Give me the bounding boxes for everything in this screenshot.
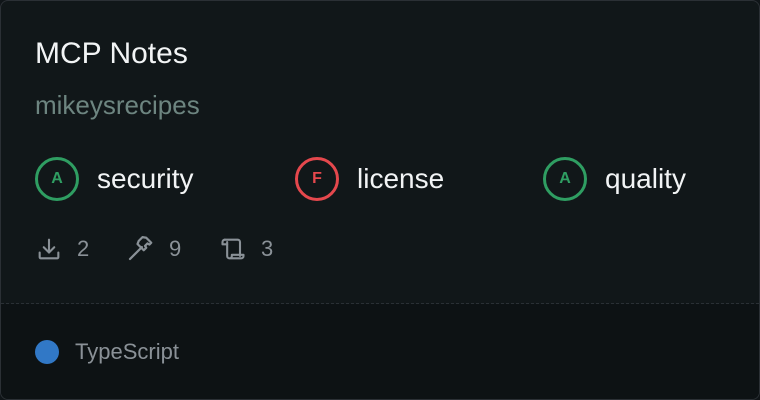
scroll-icon (219, 235, 247, 263)
grade-license: F license (295, 155, 444, 203)
license-grade-label: license (357, 163, 445, 194)
tools-count: 9 (169, 236, 182, 261)
security-grade-label: security (97, 163, 194, 194)
language-indicator: TypeScript (35, 339, 179, 364)
quality-grade-label: quality (605, 163, 686, 194)
quality-grade-badge: A (543, 157, 587, 201)
language-name: TypeScript (75, 339, 179, 364)
resources-count: 3 (261, 236, 274, 261)
card-body: MCP Notes mikeysrecipes A security F lic… (1, 1, 759, 303)
downloads-stat: 2 (35, 232, 89, 266)
downloads-count: 2 (77, 236, 90, 261)
server-owner[interactable]: mikeysrecipes (35, 89, 200, 121)
language-color-dot (35, 340, 59, 364)
download-icon (35, 235, 63, 263)
resources-stat: 3 (219, 232, 273, 266)
grade-quality: A quality (543, 155, 686, 203)
server-card[interactable]: MCP Notes mikeysrecipes A security F lic… (0, 0, 760, 400)
grade-security: A security (35, 155, 193, 203)
server-title[interactable]: MCP Notes (35, 35, 188, 73)
hammer-icon (125, 234, 155, 264)
card-footer: TypeScript (1, 304, 759, 399)
license-grade-badge: F (295, 157, 339, 201)
tools-stat: 9 (125, 232, 181, 266)
security-grade-badge: A (35, 157, 79, 201)
